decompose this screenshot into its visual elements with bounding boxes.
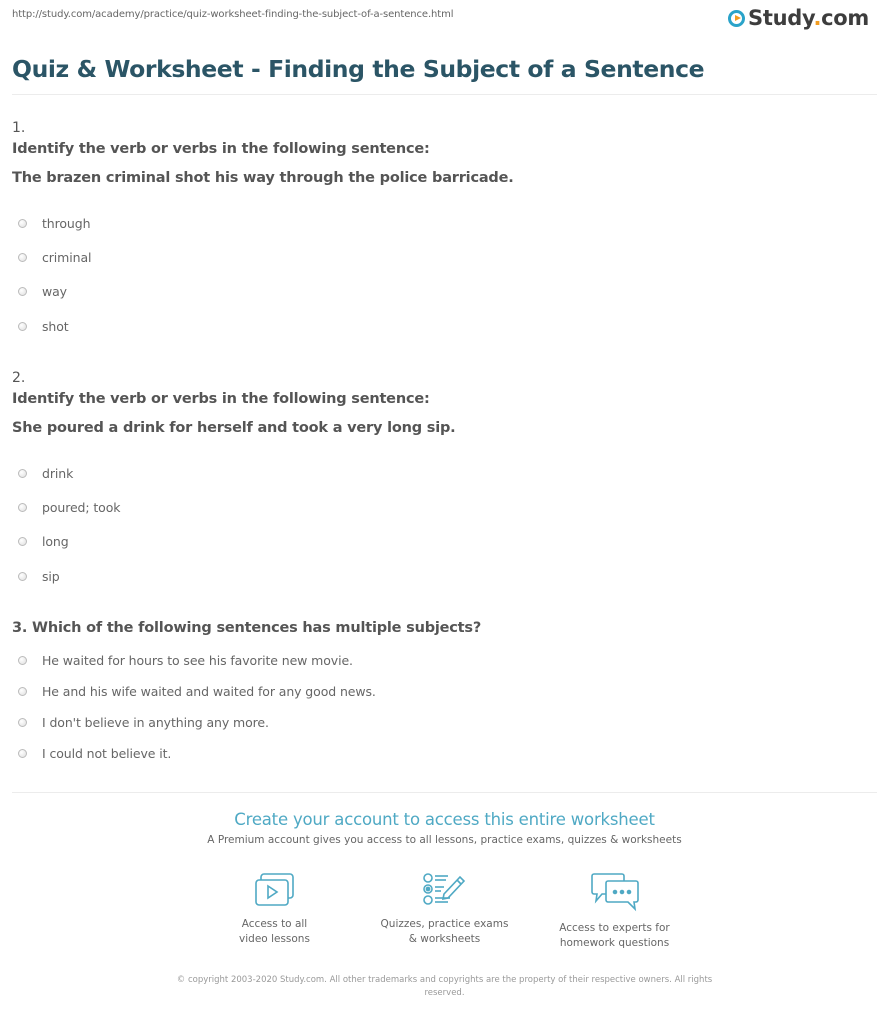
answer-option[interactable]: criminal — [12, 240, 877, 274]
cta-title-link[interactable]: Create your account to access this entir… — [0, 810, 889, 829]
question-prompt: 3. Which of the following sentences has … — [12, 620, 482, 636]
play-circle-icon — [728, 9, 746, 27]
copyright-notice: © copyright 2003-2020 Study.com. All oth… — [176, 975, 713, 998]
answer-option[interactable]: shot — [12, 309, 877, 343]
answer-option[interactable]: long — [12, 525, 877, 559]
answer-option[interactable]: sip — [12, 559, 877, 593]
title-divider — [12, 94, 877, 95]
feature-video-lessons: Access to all video lessons — [190, 872, 360, 951]
question-2: 2. Identify the verb or verbs in the fol… — [12, 370, 877, 593]
answer-option[interactable]: I could not believe it. — [12, 738, 877, 769]
radio-button[interactable] — [18, 252, 27, 262]
answer-option[interactable]: way — [12, 275, 877, 309]
radio-button[interactable] — [18, 321, 27, 331]
answer-option[interactable]: drink — [12, 456, 877, 490]
answer-option[interactable]: I don't believe in anything any more. — [12, 707, 877, 738]
option-label: I could not believe it. — [42, 746, 172, 761]
answer-option[interactable]: He waited for hours to see his favorite … — [12, 645, 877, 676]
page-url: http://study.com/academy/practice/quiz-w… — [12, 9, 454, 20]
question-sentence: The brazen criminal shot his way through… — [12, 170, 514, 186]
feature-label: Access to all video lessons — [239, 918, 310, 945]
radio-button[interactable] — [18, 718, 27, 727]
option-label: criminal — [42, 249, 92, 265]
option-label: He and his wife waited and waited for an… — [42, 684, 376, 699]
option-label: long — [42, 534, 69, 550]
answer-option[interactable]: through — [12, 206, 877, 240]
question-prompt: Identify the verb or verbs in the follow… — [12, 391, 430, 407]
option-label: He waited for hours to see his favorite … — [42, 653, 353, 668]
option-label: I don't believe in anything any more. — [42, 715, 269, 730]
option-label: poured; took — [42, 499, 121, 515]
radio-button[interactable] — [18, 687, 27, 696]
cta-divider — [12, 792, 877, 793]
question-prompt: Identify the verb or verbs in the follow… — [12, 141, 430, 157]
question-number: 2. — [12, 370, 26, 386]
radio-button[interactable] — [18, 571, 27, 581]
feature-quizzes: Quizzes, practice exams & worksheets — [360, 872, 530, 951]
feature-label: Quizzes, practice exams & worksheets — [380, 918, 509, 945]
answer-options: through criminal way shot — [12, 206, 877, 343]
logo-text: Study.com — [748, 6, 869, 30]
answer-option[interactable]: poured; took — [12, 490, 877, 524]
page-title: Quiz & Worksheet - Finding the Subject o… — [12, 55, 705, 83]
answer-options: He waited for hours to see his favorite … — [12, 645, 877, 769]
feature-label: Access to experts for homework questions — [559, 922, 670, 949]
option-label: sip — [42, 568, 60, 584]
radio-button[interactable] — [18, 656, 27, 665]
radio-button[interactable] — [18, 537, 27, 547]
answer-options: drink poured; took long sip — [12, 456, 877, 593]
video-lessons-icon — [254, 873, 294, 906]
question-1: 1. Identify the verb or verbs in the fol… — [12, 120, 877, 343]
option-label: way — [42, 284, 67, 300]
feature-experts: Access to experts for homework questions — [530, 872, 700, 951]
radio-button[interactable] — [18, 502, 27, 512]
question-sentence: She poured a drink for herself and took … — [12, 420, 456, 436]
chat-bubbles-icon — [590, 873, 639, 912]
option-label: shot — [42, 318, 69, 334]
premium-features: Access to all video lessons Quizzes, prac… — [0, 872, 889, 951]
option-label: through — [42, 215, 91, 231]
answer-option[interactable]: He and his wife waited and waited for an… — [12, 676, 877, 707]
radio-button[interactable] — [18, 749, 27, 758]
question-number: 1. — [12, 120, 26, 136]
question-3: 3. Which of the following sentences has … — [12, 620, 877, 769]
option-label: drink — [42, 465, 74, 481]
radio-button[interactable] — [18, 287, 27, 297]
study-logo[interactable]: Study.com — [728, 6, 869, 30]
radio-button[interactable] — [18, 218, 27, 228]
cta-subtitle: A Premium account gives you access to al… — [207, 834, 682, 846]
quiz-checklist-icon — [422, 873, 465, 905]
radio-button[interactable] — [18, 468, 27, 478]
